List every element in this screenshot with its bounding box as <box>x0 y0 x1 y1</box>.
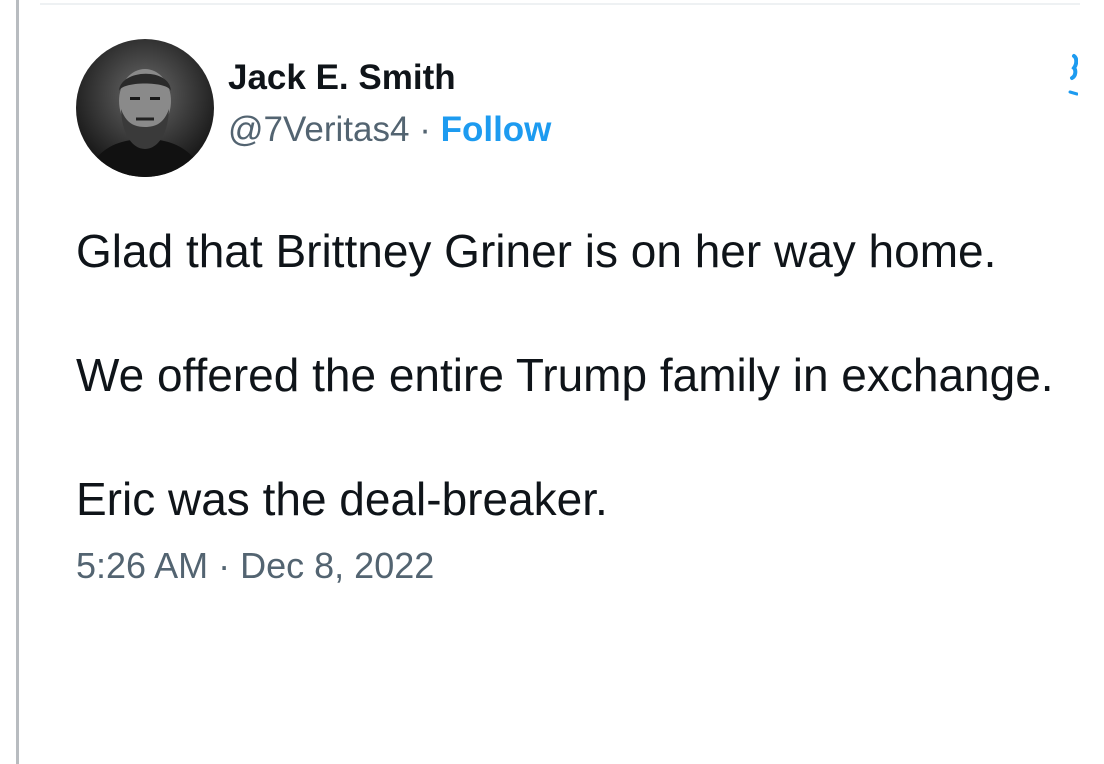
tweet-paragraph: Eric was the deal-breaker. <box>76 473 608 525</box>
tweet-card: Jack E. Smith @7Veritas4 · Follow Glad t… <box>76 39 1066 590</box>
avatar[interactable] <box>76 39 214 177</box>
timestamp-separator: · <box>218 545 231 586</box>
separator-dot: · <box>419 110 431 149</box>
tweet-paragraph: We offered the entire Trump family in ex… <box>76 349 1054 401</box>
tweet-text: Glad that Brittney Griner is on her way … <box>76 220 1066 530</box>
user-info: Jack E. Smith @7Veritas4 · Follow <box>228 56 551 152</box>
display-name[interactable]: Jack E. Smith <box>228 56 551 100</box>
tweet-header: Jack E. Smith @7Veritas4 · Follow <box>76 39 1066 177</box>
follow-button[interactable]: Follow <box>441 110 552 149</box>
user-handle[interactable]: @7Veritas4 <box>228 110 409 149</box>
tweet-paragraph: Glad that Brittney Griner is on her way … <box>76 225 997 277</box>
top-divider <box>40 3 1080 5</box>
left-border <box>16 0 19 764</box>
tweet-time: 5:26 AM <box>76 545 209 586</box>
twitter-bird-icon[interactable] <box>1068 50 1079 98</box>
tweet-date: Dec 8, 2022 <box>240 545 435 586</box>
handle-row: @7Veritas4 · Follow <box>228 108 551 152</box>
tweet-timestamp[interactable]: 5:26 AM · Dec 8, 2022 <box>76 542 1066 590</box>
